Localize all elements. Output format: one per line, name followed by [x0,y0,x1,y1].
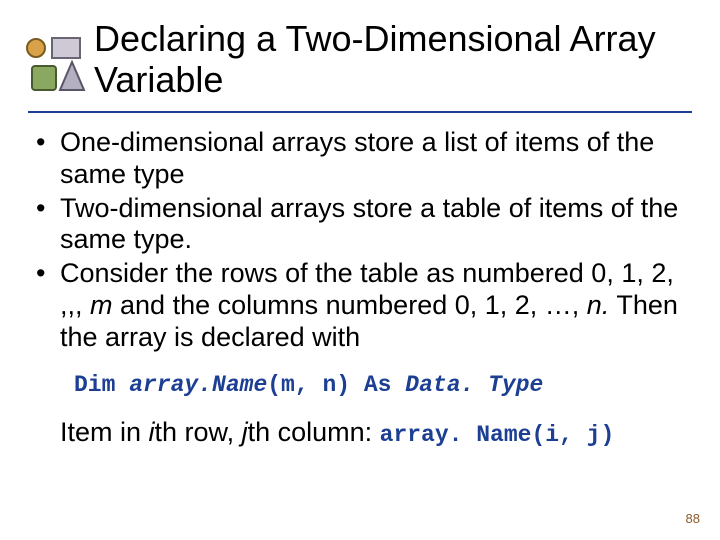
item-text: th row, [155,417,242,447]
item-text: th column: [248,417,380,447]
item-text: Item in [60,417,149,447]
code-keyword: As [364,372,405,398]
bullet-list: One-dimensional arrays store a list of i… [32,127,688,354]
bullet-em: m [90,290,113,320]
bullet-text: One-dimensional arrays store a list of i… [60,127,654,189]
bullet-em: n. [587,290,610,320]
item-code: array. Name(i, j) [380,422,615,448]
item-access-line: Item in ith row, jth column: array. Name… [60,417,688,449]
page-number: 88 [686,511,700,526]
slide-title: Declaring a Two-Dimensional Array Variab… [94,18,692,107]
bullet-item: Consider the rows of the table as number… [32,258,688,354]
code-name: array.Name [129,372,267,398]
title-underline [28,111,692,113]
code-type: Data. Type [405,372,543,398]
bullet-item: Two-dimensional arrays store a table of … [32,193,688,257]
code-declaration: Dim array.Name(m, n) As Data. Type [74,372,688,399]
bullet-text: and the columns numbered 0, 1, 2, …, [113,290,587,320]
code-keyword: Dim [74,372,129,398]
code-args: (m, n) [267,372,364,398]
slide: Declaring a Two-Dimensional Array Variab… [0,0,720,540]
slide-header: Declaring a Two-Dimensional Array Variab… [0,0,720,107]
shapes-logo-icon [22,32,86,96]
bullet-item: One-dimensional arrays store a list of i… [32,127,688,191]
slide-body: One-dimensional arrays store a list of i… [0,127,720,449]
bullet-text: Two-dimensional arrays store a table of … [60,193,678,255]
